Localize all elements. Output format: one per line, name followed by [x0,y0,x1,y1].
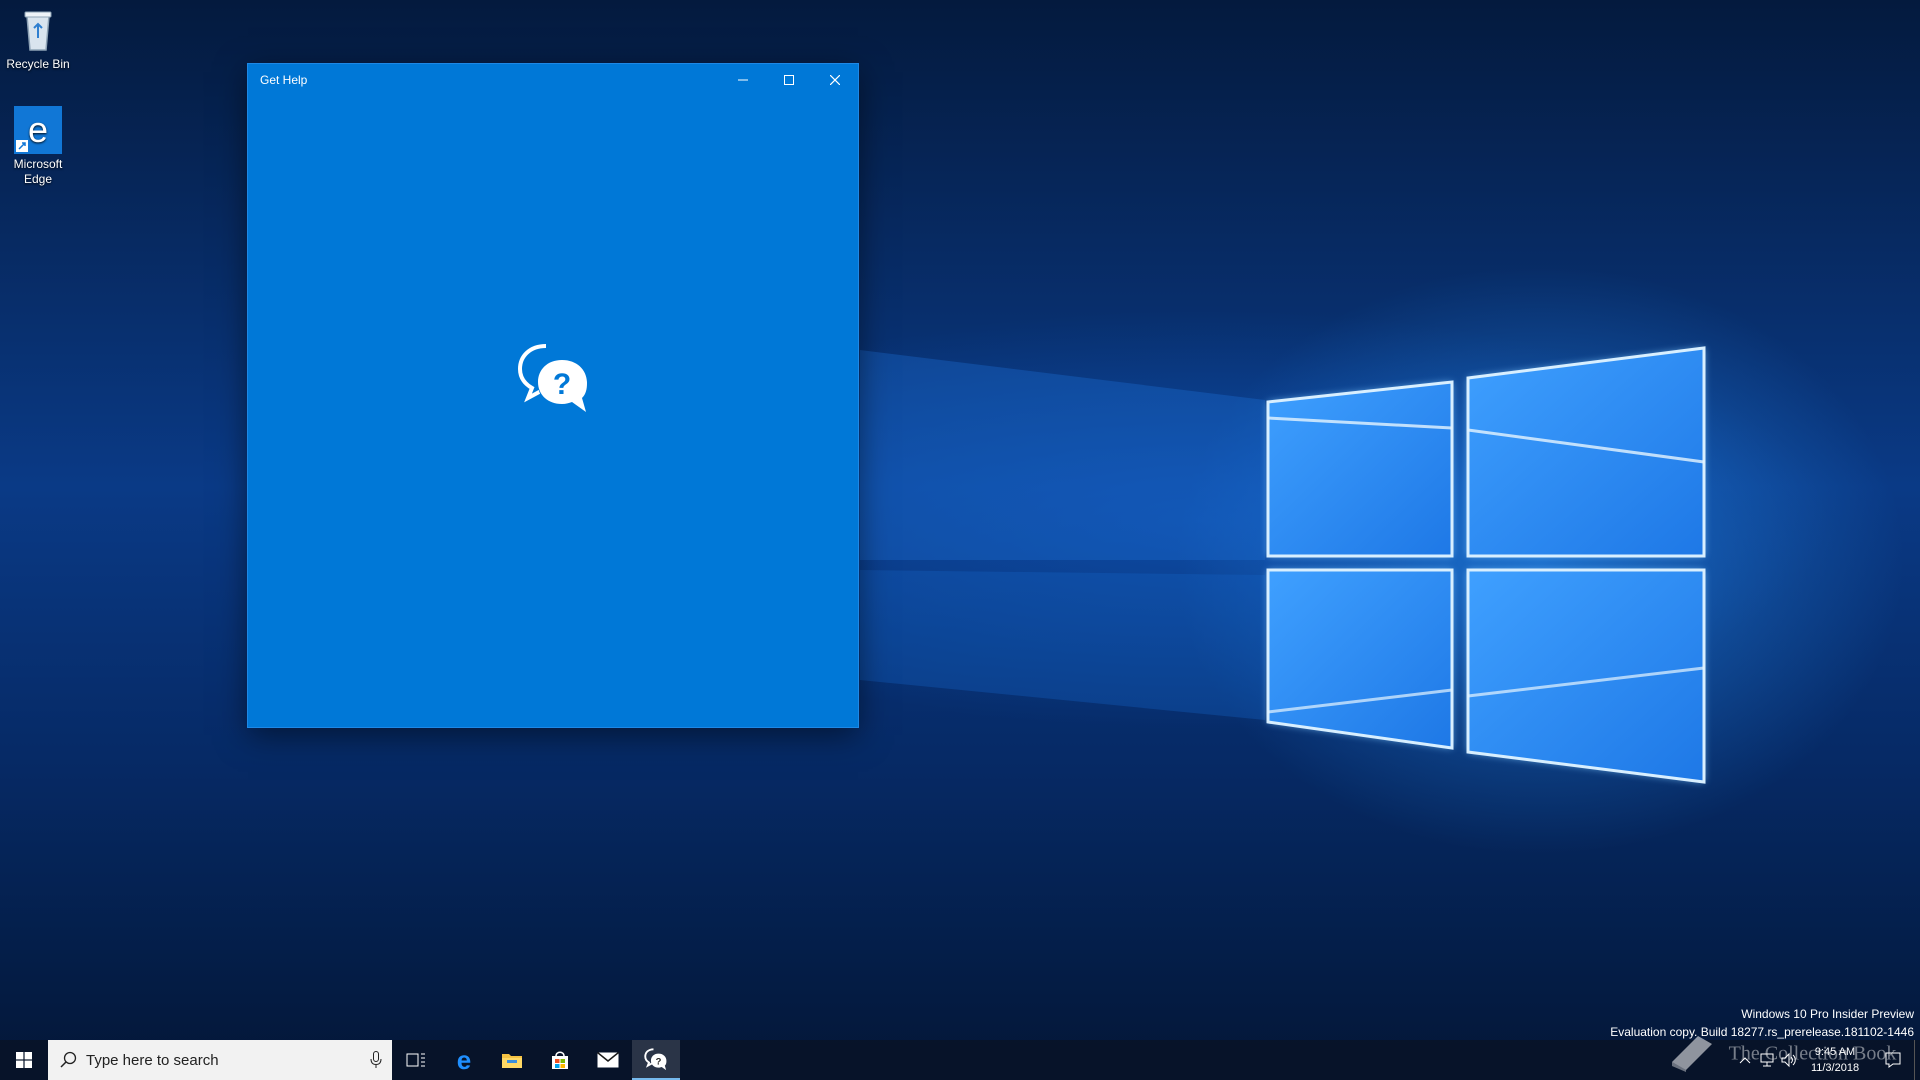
store-icon [552,1051,568,1069]
show-desktop-button[interactable] [1914,1040,1920,1080]
collection-book-logo-icon [1668,1032,1716,1078]
search-icon [60,1051,77,1068]
minimize-button[interactable] [720,64,766,96]
desktop-icon-label: Microsoft Edge [13,157,63,186]
window-title: Get Help [260,73,308,87]
windows-logo-icon [16,1052,32,1068]
taskbar-edge-button[interactable]: e [440,1040,488,1080]
file-explorer-icon [502,1054,522,1068]
collection-book-watermark: The Collection Book [1668,1032,1896,1078]
svg-text:?: ? [656,1056,662,1067]
edge-icon: e [14,106,62,154]
taskbar-search-box[interactable] [48,1040,392,1080]
svg-text:e: e [28,109,48,150]
taskbar-mail-button[interactable] [584,1040,632,1080]
collection-book-text: The Collection Book [1728,1042,1897,1065]
mail-icon [597,1052,619,1068]
close-button[interactable] [812,64,858,96]
close-icon [830,75,840,85]
desktop-icon-recycle-bin[interactable]: Recycle Bin [0,6,76,72]
get-help-icon: ? [644,1048,667,1071]
start-button[interactable] [0,1040,48,1080]
taskbar-store-button[interactable] [536,1040,584,1080]
watermark-edition: Windows 10 Pro Insider Preview [1741,1007,1914,1021]
svg-text:?: ? [553,368,571,401]
get-help-window[interactable]: Get Help ? [248,64,858,727]
taskbar-file-explorer-button[interactable] [488,1040,536,1080]
edge-icon: e [457,1048,471,1072]
task-view-button[interactable] [392,1040,440,1080]
maximize-button[interactable] [766,64,812,96]
maximize-icon [784,75,794,85]
svg-text:e: e [457,1048,471,1072]
desktop-icon-edge[interactable]: e Microsoft Edge [0,106,76,187]
taskbar-get-help-button[interactable]: ? [632,1040,680,1080]
window-titlebar[interactable]: Get Help [248,64,858,96]
microphone-icon[interactable] [370,1051,382,1069]
taskbar: e ? [0,1040,1920,1080]
task-view-icon [406,1053,425,1067]
search-input[interactable] [86,1050,346,1070]
desktop-icon-label: Recycle Bin [6,57,70,71]
help-chat-icon: ? [516,342,592,418]
minimize-icon [738,79,748,81]
recycle-bin-icon [14,6,62,54]
